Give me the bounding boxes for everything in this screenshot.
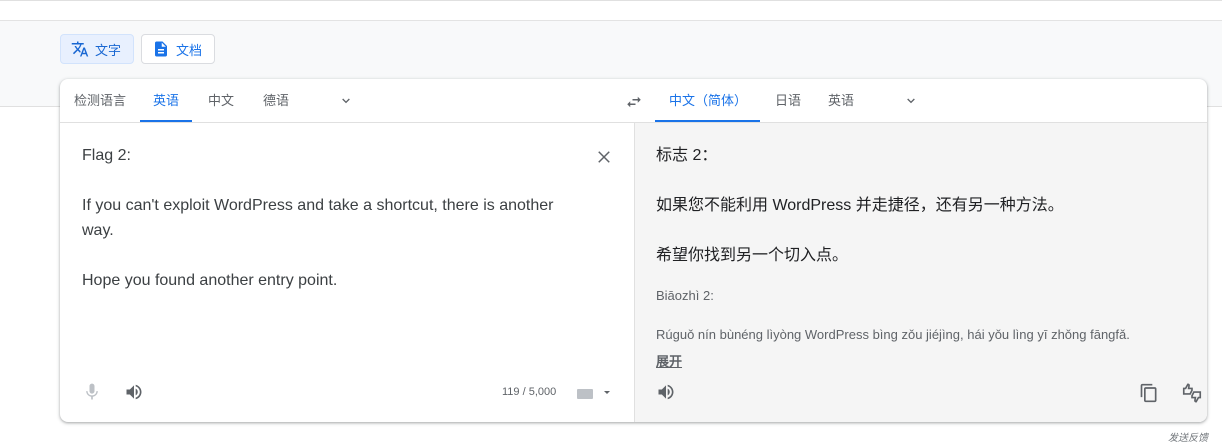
translate-icon — [71, 40, 89, 58]
source-listen-button[interactable] — [122, 380, 146, 404]
copy-icon — [1140, 383, 1157, 403]
document-icon — [152, 40, 170, 58]
target-lang-chevron-down-icon[interactable] — [903, 93, 919, 109]
target-lang-chinese-simplified[interactable]: 中文（简体） — [669, 79, 747, 123]
source-lang-german[interactable]: 德语 — [263, 79, 289, 123]
clear-source-button[interactable] — [592, 145, 616, 169]
target-panel: 标志 2： 如果您不能利用 WordPress 并走捷径，还有另一种方法。 希望… — [634, 123, 1207, 422]
expand-pinyin-link[interactable]: 展开 — [656, 351, 682, 370]
target-lang-english[interactable]: 英语 — [828, 79, 854, 123]
source-lang-chevron-down-icon[interactable] — [338, 93, 354, 109]
input-tools-button[interactable] — [572, 381, 612, 405]
voice-input-button[interactable] — [80, 380, 104, 404]
keyboard-icon — [577, 389, 610, 399]
pinyin-line-1: Biāozhì 2: — [656, 288, 714, 303]
rate-translation-button[interactable] — [1180, 381, 1204, 405]
character-count: 119 / 5,000 — [502, 386, 557, 398]
copy-translation-button[interactable] — [1137, 381, 1161, 405]
translation-output: 标志 2： 如果您不能利用 WordPress 并走捷径，还有另一种方法。 希望… — [656, 147, 1064, 264]
translator-card: 检测语言 英语 中文 德语 中文（简体） 日语 英语 Flag 2: If yo… — [60, 79, 1207, 422]
thumbs-up-down-icon — [1182, 383, 1202, 403]
target-lang-japanese[interactable]: 日语 — [775, 79, 801, 123]
language-bar: 检测语言 英语 中文 德语 中文（简体） 日语 英语 — [60, 79, 1207, 123]
document-mode-button[interactable]: 文档 — [141, 34, 215, 64]
source-panel: Flag 2: If you can't exploit WordPress a… — [60, 123, 634, 422]
send-feedback-link[interactable]: 发送反馈 — [1168, 429, 1208, 444]
speaker-icon — [658, 384, 674, 400]
close-icon — [598, 151, 610, 163]
source-lang-english[interactable]: 英语 — [153, 79, 179, 123]
source-lang-detect[interactable]: 检测语言 — [74, 79, 126, 123]
source-textarea[interactable]: Flag 2: If you can't exploit WordPress a… — [82, 143, 572, 293]
microphone-icon — [86, 383, 98, 400]
document-mode-label: 文档 — [176, 42, 203, 58]
swap-languages-icon[interactable] — [625, 93, 643, 111]
source-lang-chinese[interactable]: 中文 — [208, 79, 234, 123]
text-mode-button[interactable]: 文字 — [60, 34, 134, 64]
source-lang-underline — [140, 120, 192, 122]
pinyin-line-2: Rúguǒ nín bùnéng lìyòng WordPress bìng z… — [656, 327, 1130, 342]
target-lang-underline — [655, 120, 760, 122]
target-listen-button[interactable] — [654, 380, 678, 404]
speaker-icon — [126, 384, 142, 400]
header-strip — [0, 1, 1222, 21]
text-mode-label: 文字 — [95, 42, 122, 58]
